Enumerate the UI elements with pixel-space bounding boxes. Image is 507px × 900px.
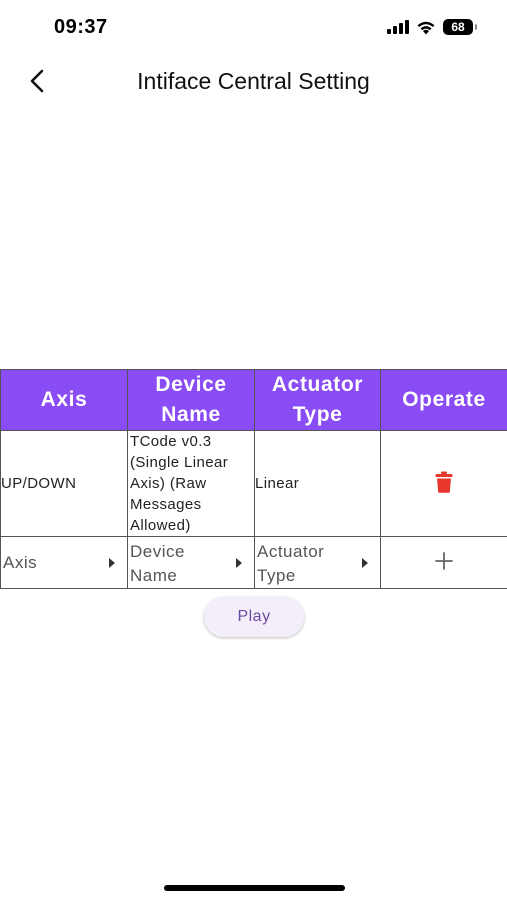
axis-select-cell: Axis — [0, 536, 128, 589]
device-select-cell: Device Name — [127, 536, 255, 589]
status-time: 09:37 — [54, 16, 108, 38]
operate-cell — [380, 430, 507, 537]
actuator-type-cell: Linear — [254, 430, 381, 537]
axis-select[interactable]: Axis — [1, 537, 127, 588]
page-title: Intiface Central Setting — [137, 68, 370, 94]
caret-right-icon — [109, 558, 115, 568]
status-icons: 68 — [387, 19, 477, 35]
table-header-row: Axis Device Name Actuator Type Operate — [0, 369, 507, 431]
actuator-type-select[interactable]: Actuator Type — [255, 537, 380, 588]
home-indicator — [164, 885, 345, 891]
trash-icon[interactable] — [435, 471, 453, 493]
axis-select-label: Axis — [3, 553, 38, 572]
axis-table: Axis Device Name Actuator Type Operate U… — [0, 369, 507, 589]
wifi-icon — [417, 21, 435, 34]
cellular-signal-icon — [387, 20, 409, 34]
new-axis-row: Axis Device Name Actuator Type — [0, 536, 507, 589]
caret-right-icon — [362, 558, 368, 568]
device-name-select-label: Device Name — [130, 542, 185, 585]
actuator-select-cell: Actuator Type — [254, 536, 381, 589]
column-header-axis: Axis — [0, 369, 128, 431]
battery-level: 68 — [451, 20, 465, 34]
header: Intiface Central Setting — [0, 56, 507, 106]
table-row: UP/DOWN TCode v0.3 (Single Linear Axis) … — [0, 430, 507, 537]
column-header-operate: Operate — [380, 369, 507, 431]
caret-right-icon — [236, 558, 242, 568]
column-header-actuator-type: Actuator Type — [254, 369, 381, 431]
play-button[interactable]: Play — [204, 597, 304, 637]
add-button[interactable] — [380, 536, 507, 589]
status-bar: 09:37 68 — [0, 0, 507, 56]
column-header-device-name: Device Name — [127, 369, 255, 431]
battery-icon: 68 — [443, 19, 477, 35]
axis-cell: UP/DOWN — [0, 430, 128, 537]
plus-icon — [435, 551, 453, 570]
actuator-type-select-label: Actuator Type — [257, 542, 325, 585]
device-name-cell: TCode v0.3 (Single Linear Axis) (Raw Mes… — [127, 430, 255, 537]
device-name-select[interactable]: Device Name — [128, 537, 254, 588]
